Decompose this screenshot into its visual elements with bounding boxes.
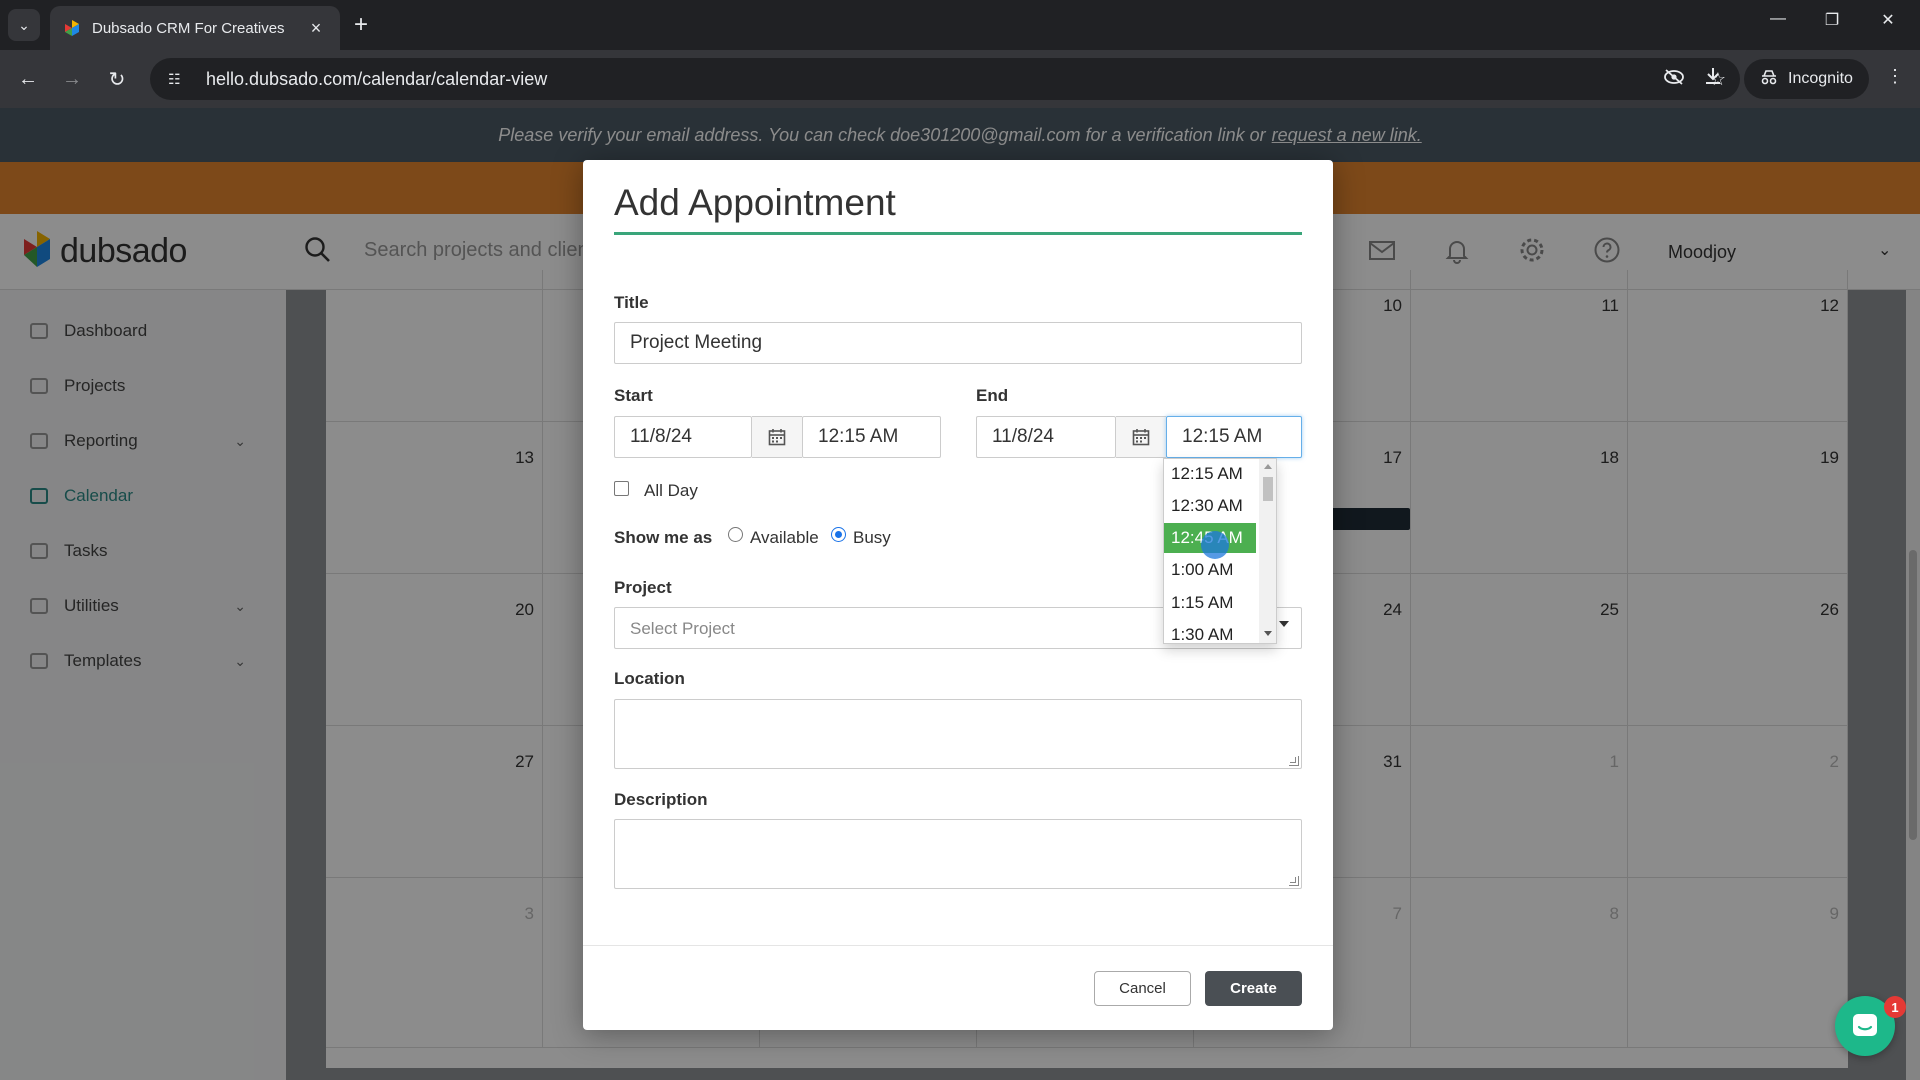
time-option[interactable]: 12:15 AM <box>1164 459 1256 489</box>
dropdown-scroll-thumb[interactable] <box>1263 477 1273 501</box>
end-date-picker-button[interactable] <box>1116 416 1166 458</box>
notification-badge: 1 <box>1884 996 1906 1018</box>
start-time-input[interactable] <box>802 416 941 458</box>
download-icon[interactable] <box>1703 66 1723 91</box>
mouse-cursor-indicator <box>1201 531 1229 559</box>
show-me-as-label: Show me as <box>614 528 713 547</box>
busy-label[interactable]: Busy <box>853 528 891 548</box>
chat-icon <box>1853 1014 1877 1036</box>
url-text[interactable]: hello.dubsado.com/calendar/calendar-view <box>206 69 1652 90</box>
browser-tabbar: ⌄ Dubsado CRM For Creatives × + — ❐ ✕ <box>0 0 1920 50</box>
forward-arrow-icon[interactable]: → <box>56 63 88 95</box>
close-icon[interactable]: × <box>306 18 326 39</box>
site-info-icon[interactable]: ☷ <box>168 71 192 88</box>
scroll-up-icon[interactable] <box>1264 464 1272 469</box>
eye-off-icon[interactable] <box>1652 68 1696 90</box>
footer-divider <box>583 945 1333 946</box>
title-divider <box>614 232 1302 235</box>
project-label: Project <box>614 578 672 597</box>
description-label: Description <box>614 790 708 809</box>
browser-tab[interactable]: Dubsado CRM For Creatives × <box>50 6 340 50</box>
end-time-input[interactable] <box>1166 416 1302 458</box>
tab-title: Dubsado CRM For Creatives <box>92 19 285 37</box>
available-label[interactable]: Available <box>750 528 819 548</box>
title-label: Title <box>614 293 649 312</box>
calendar-icon <box>1132 429 1150 446</box>
cancel-button[interactable]: Cancel <box>1094 971 1191 1006</box>
back-arrow-icon[interactable]: ← <box>12 63 44 95</box>
calendar-icon <box>768 429 786 446</box>
available-radio[interactable] <box>728 527 743 542</box>
location-label: Location <box>614 669 685 688</box>
modal-title: Add Appointment <box>614 182 896 223</box>
location-textarea[interactable] <box>614 699 1302 769</box>
resize-grip-icon[interactable] <box>1289 756 1299 766</box>
start-date-input[interactable] <box>614 416 752 458</box>
all-day-label[interactable]: All Day <box>644 481 698 501</box>
more-menu-icon[interactable]: ⋮ <box>1886 66 1904 87</box>
start-date-picker-button[interactable] <box>752 416 802 458</box>
restore-icon[interactable]: ❐ <box>1810 10 1854 30</box>
incognito-icon <box>1760 69 1778 90</box>
tab-search-button[interactable]: ⌄ <box>8 9 40 41</box>
end-date-input[interactable] <box>976 416 1116 458</box>
create-button[interactable]: Create <box>1205 971 1302 1006</box>
incognito-label: Incognito <box>1788 70 1853 87</box>
browser-toolbar: ← → ↻ ☷ hello.dubsado.com/calendar/calen… <box>0 50 1920 108</box>
start-label: Start <box>614 386 653 405</box>
end-label: End <box>976 386 1009 405</box>
minimize-icon[interactable]: — <box>1756 10 1800 28</box>
time-option[interactable]: 12:30 AM <box>1164 491 1256 521</box>
title-input[interactable] <box>614 322 1302 364</box>
incognito-badge[interactable]: Incognito <box>1744 59 1869 99</box>
time-option[interactable]: 1:00 AM <box>1164 555 1256 585</box>
caret-down-icon <box>1279 621 1289 627</box>
dropdown-scrollbar[interactable] <box>1259 459 1276 643</box>
new-tab-icon[interactable]: + <box>354 12 368 38</box>
resize-grip-icon[interactable] <box>1289 876 1299 886</box>
scroll-down-icon[interactable] <box>1264 631 1272 636</box>
time-option[interactable]: 1:30 AM <box>1164 620 1256 643</box>
window-close-icon[interactable]: ✕ <box>1866 10 1910 30</box>
description-textarea[interactable] <box>614 819 1302 889</box>
reload-icon[interactable]: ↻ <box>101 63 133 95</box>
all-day-checkbox[interactable] <box>614 481 629 496</box>
dubsado-favicon-icon <box>64 20 80 36</box>
chevron-down-icon: ⌄ <box>18 16 30 33</box>
time-option[interactable]: 1:15 AM <box>1164 588 1256 618</box>
address-bar[interactable]: ☷ hello.dubsado.com/calendar/calendar-vi… <box>150 58 1740 100</box>
busy-radio[interactable] <box>831 527 846 542</box>
